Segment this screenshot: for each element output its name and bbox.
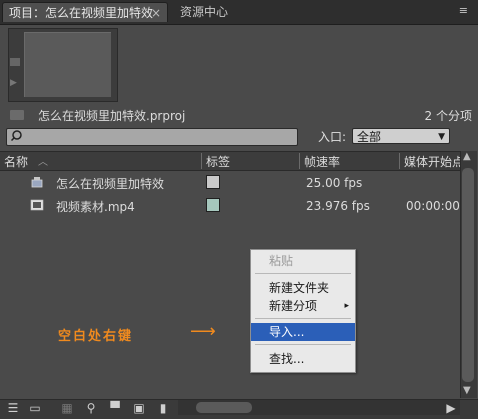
column-name[interactable]: 名称: [4, 153, 28, 170]
scrollbar-thumb[interactable]: [196, 402, 252, 413]
row-name: 怎么在视频里加特效: [56, 177, 165, 191]
tab-project[interactable]: 项目：怎么在视频里加特效 ×: [2, 2, 168, 22]
row-name: 视频素材.mp4: [56, 200, 135, 214]
icon-view-icon[interactable]: ▭: [28, 401, 42, 415]
column-divider[interactable]: [299, 153, 300, 169]
column-header: 名称 ︿ 标签 帧速率 媒体开始点: [0, 151, 460, 171]
play-icon[interactable]: ▶: [10, 78, 17, 88]
scroll-down-icon[interactable]: ▼: [463, 385, 471, 396]
film-icon: [10, 58, 20, 66]
menu-divider: [255, 344, 351, 345]
row-frame-rate: 25.00 fps: [306, 176, 363, 190]
tab-media-browser[interactable]: 资源中心: [174, 2, 276, 22]
video-clip-icon: [30, 199, 44, 211]
tab-close-icon[interactable]: ×: [151, 3, 161, 23]
menu-item-new-item[interactable]: 新建分项 ▸: [251, 297, 355, 315]
submenu-arrow-icon: ▸: [344, 301, 349, 311]
column-divider[interactable]: [399, 153, 400, 169]
list-view-icon[interactable]: ☰: [6, 401, 20, 415]
scroll-up-icon[interactable]: ▲: [463, 151, 471, 162]
project-folder-icon: [10, 110, 24, 120]
menu-item-import[interactable]: 导入...: [251, 323, 355, 341]
preview-image: [24, 32, 111, 97]
entry-select[interactable]: 全部 ▼: [352, 128, 450, 144]
menu-item-new-item-label: 新建分项: [269, 299, 318, 313]
search-icon: [10, 130, 22, 142]
label-color-swatch[interactable]: [206, 175, 220, 189]
column-label[interactable]: 标签: [206, 153, 230, 170]
annotation-arrow: ⟶: [190, 321, 216, 342]
item-count: 2 个分项: [424, 109, 472, 123]
chevron-down-icon: ▼: [438, 132, 445, 142]
context-menu: 粘贴 新建文件夹 新建分项 ▸ 导入... 查找...: [250, 249, 356, 373]
table-row[interactable]: 怎么在视频里加特效 25.00 fps: [0, 172, 460, 194]
search-input[interactable]: [6, 128, 298, 146]
sort-up-icon[interactable]: ︿: [38, 153, 48, 168]
scroll-right-icon[interactable]: ▶: [444, 401, 458, 415]
menu-divider: [255, 318, 351, 319]
automate-sequence-icon[interactable]: ▦: [60, 401, 74, 415]
entry-label: 入口:: [318, 130, 347, 144]
menu-item-new-bin[interactable]: 新建文件夹: [251, 279, 355, 297]
sequence-icon: [31, 177, 43, 188]
clear-icon[interactable]: ▮: [156, 401, 170, 415]
tab-project-label: 项目：怎么在视频里加特效: [9, 6, 154, 20]
row-media-start: 00:00:00:00: [406, 199, 460, 213]
label-color-swatch[interactable]: [206, 198, 220, 212]
entry-select-value: 全部: [357, 130, 382, 144]
scrollbar-thumb[interactable]: [462, 168, 474, 382]
menu-item-paste[interactable]: 粘贴: [251, 252, 355, 270]
menu-item-find[interactable]: 查找...: [251, 350, 355, 368]
new-item-icon[interactable]: ▣: [132, 401, 146, 415]
search-icon[interactable]: ⚲: [84, 401, 98, 415]
project-file-name: 怎么在视频里加特效.prproj: [38, 109, 186, 123]
menu-divider: [255, 273, 351, 274]
new-bin-icon[interactable]: ▀: [108, 401, 122, 415]
panel-menu-icon[interactable]: ≡: [459, 4, 468, 17]
row-frame-rate: 23.976 fps: [306, 199, 370, 213]
table-row[interactable]: 视频素材.mp4 23.976 fps 00:00:00:00: [0, 195, 460, 217]
column-divider[interactable]: [201, 153, 202, 169]
annotation-text: 空白处右键: [58, 329, 134, 344]
column-media-start[interactable]: 媒体开始点: [404, 153, 460, 170]
column-frame-rate[interactable]: 帧速率: [304, 153, 340, 170]
